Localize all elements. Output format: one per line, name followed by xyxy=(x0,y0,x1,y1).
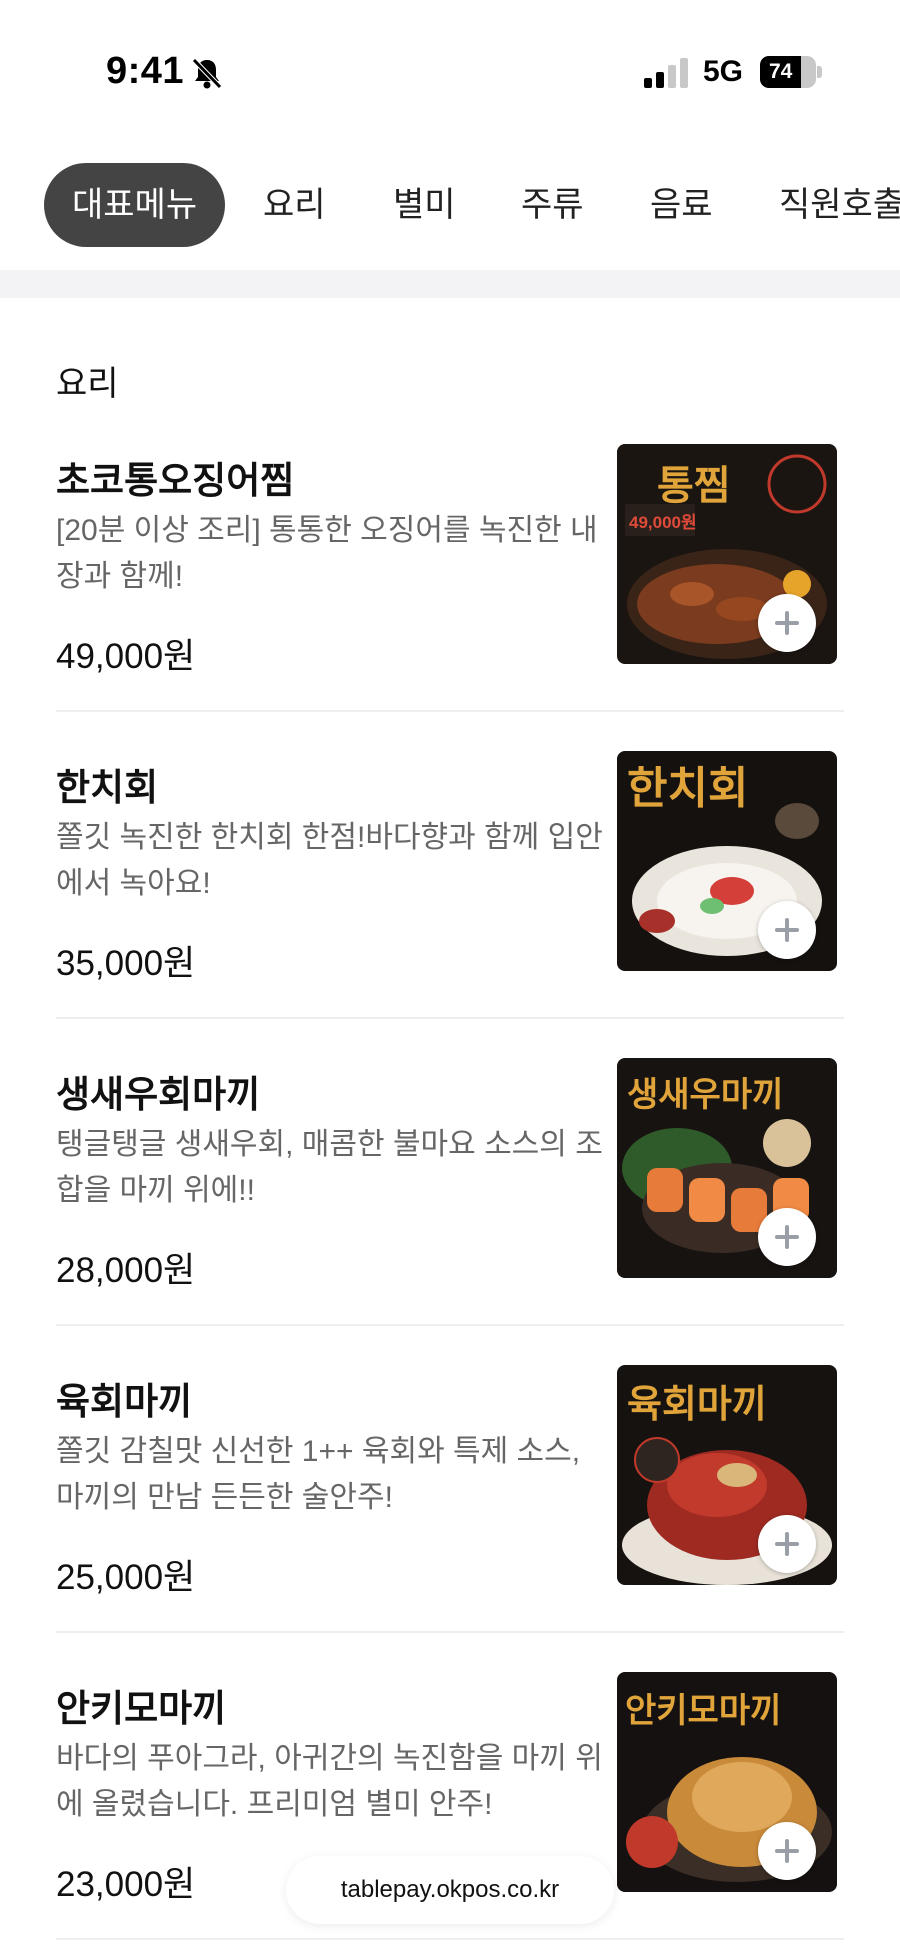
section-divider xyxy=(0,270,900,298)
menu-item[interactable]: 생새우회마끼 탱글탱글 생새우회, 매콤한 불마요 소스의 조합을 마끼 위에!… xyxy=(56,1058,844,1370)
tab-specialties[interactable]: 별미 xyxy=(393,163,456,247)
item-separator xyxy=(56,1324,844,1326)
add-to-cart-button[interactable] xyxy=(758,1822,816,1880)
battery-percent: 74 xyxy=(769,60,793,83)
menu-item-name: 한치회 xyxy=(56,767,159,808)
bell-slash-icon xyxy=(192,58,222,89)
tab-beverages[interactable]: 음료 xyxy=(650,163,713,247)
menu-item-price: 49,000원 xyxy=(56,637,196,676)
url-bar[interactable]: tablepay.okpos.co.kr xyxy=(286,1856,614,1924)
menu-image-title: 한치회 xyxy=(627,763,748,814)
item-separator xyxy=(56,710,844,712)
menu-item-description: 바다의 푸아그라, 아귀간의 녹진함을 마끼 위에 올렸습니다. 프리미엄 별미… xyxy=(56,1742,603,1821)
add-to-cart-button[interactable] xyxy=(758,594,816,652)
add-to-cart-button[interactable] xyxy=(758,901,816,959)
menu-item-name: 육회마끼 xyxy=(56,1381,193,1422)
menu-item-price: 23,000원 xyxy=(56,1865,196,1904)
network-label: 5G xyxy=(703,55,744,88)
tab-signature-menu[interactable]: 대표메뉴 xyxy=(44,163,226,247)
tab-drinks-alcohol[interactable]: 주류 xyxy=(521,163,584,247)
menu-item[interactable]: 한치회 쫄깃 녹진한 한치회 한점!바다향과 함께 입안에서 녹아요! 35,0… xyxy=(56,751,844,1063)
menu-image-title: 육회마끼 xyxy=(627,1382,767,1426)
menu-item-price: 35,000원 xyxy=(56,944,196,983)
battery-icon: 74 xyxy=(760,56,822,88)
menu-item-price: 25,000원 xyxy=(56,1558,196,1597)
menu-item[interactable]: 육회마끼 쫄깃 감칠맛 신선한 1++ 육회와 특제 소스, 마끼의 만남 든든… xyxy=(56,1365,844,1677)
menu-image-title: 생새우마끼 xyxy=(627,1075,783,1115)
menu-item-description: 쫄깃 감칠맛 신선한 1++ 육회와 특제 소스, 마끼의 만남 든든한 술안주… xyxy=(56,1435,581,1514)
category-tabs: 대표메뉴 요리 별미 주류 음료 직원호출 xyxy=(0,163,900,247)
add-to-cart-button[interactable] xyxy=(758,1515,816,1573)
item-separator xyxy=(56,1017,844,1019)
menu-item[interactable]: 초코통오징어찜 [20분 이상 조리] 통통한 오징어를 녹진한 내장과 함께!… xyxy=(56,444,844,756)
menu-image-title: 통찜 xyxy=(657,463,731,509)
section-title: 요리 xyxy=(56,365,119,403)
menu-image-badge: 49,000원 xyxy=(629,513,697,532)
item-separator xyxy=(56,1938,844,1940)
signal-icon xyxy=(644,58,688,88)
menu-item-description: 쫄깃 녹진한 한치회 한점!바다향과 함께 입안에서 녹아요! xyxy=(56,821,603,900)
menu-item-description: 탱글탱글 생새우회, 매콤한 불마요 소스의 조합을 마끼 위에!! xyxy=(56,1128,603,1207)
menu-item-name: 초코통오징어찜 xyxy=(56,460,295,501)
add-to-cart-button[interactable] xyxy=(758,1208,816,1266)
tab-dishes[interactable]: 요리 xyxy=(263,163,326,247)
menu-item-description: [20분 이상 조리] 통통한 오징어를 녹진한 내장과 함께! xyxy=(56,514,598,593)
menu-image-title: 안키모마끼 xyxy=(625,1691,781,1731)
status-bar: 9:41 5G 74 xyxy=(0,0,900,150)
status-time: 9:41 xyxy=(106,50,185,92)
item-separator xyxy=(56,1631,844,1633)
menu-item-price: 28,000원 xyxy=(56,1251,196,1290)
menu-item-name: 생새우회마끼 xyxy=(56,1074,261,1115)
menu-item-name: 안키모마끼 xyxy=(56,1688,227,1729)
tab-call-staff[interactable]: 직원호출 xyxy=(779,163,900,247)
